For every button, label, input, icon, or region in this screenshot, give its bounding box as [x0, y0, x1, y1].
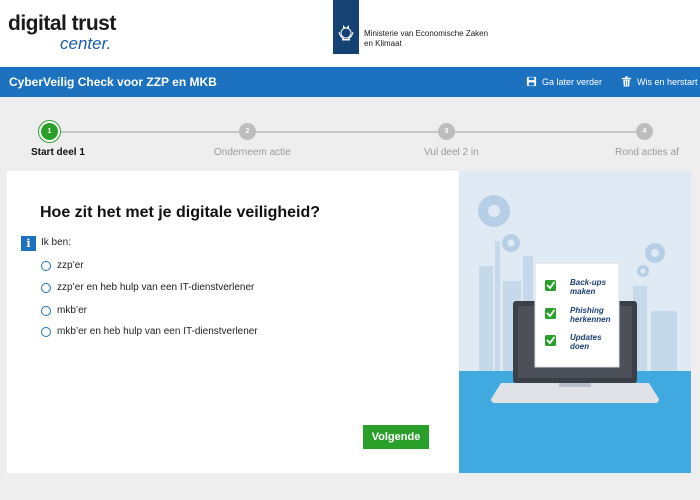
save-later-button[interactable]: Ga later verder — [526, 76, 602, 87]
save-later-label: Ga later verder — [542, 76, 603, 87]
radio-button[interactable] — [41, 282, 51, 293]
trash-icon — [621, 76, 632, 87]
step-3-label: Vul deel 2 in — [424, 147, 479, 158]
reset-button[interactable]: Wis en herstart — [621, 76, 698, 87]
question-prompt: Ik ben: — [41, 237, 72, 248]
question-title: Hoe zit het met je digitale veiligheid? — [40, 204, 321, 221]
option-zzp-it[interactable]: zzp’er en heb hulp van een IT-dienstverl… — [41, 282, 254, 293]
step-4-indicator: 4 — [636, 123, 653, 140]
option-zzp[interactable]: zzp’er — [41, 260, 84, 271]
step-connector — [58, 131, 239, 133]
coat-of-arms-icon — [338, 25, 354, 41]
checklist-item-3-line2: doen — [570, 342, 590, 351]
checklist-item-3-line1: Updates — [570, 333, 602, 342]
ministry-line1: Ministerie van Economische Zaken — [364, 29, 489, 38]
ministry-line2: en Klimaat — [364, 39, 402, 48]
checklist-item-3: Updates doen — [570, 333, 602, 351]
checklist-item-2: Phishing herkennen — [570, 306, 610, 324]
next-button[interactable]: Volgende — [363, 425, 429, 449]
progress-stepper: 1 2 3 4 Start deel 1 Onderneem actie Vul… — [0, 97, 700, 170]
option-label: zzp’er — [57, 260, 84, 271]
site-header: digital trust center. Ministerie van Eco… — [0, 0, 700, 67]
step-2-label: Onderneem actie — [214, 147, 291, 158]
logo-line1: digital trust — [8, 12, 116, 35]
option-label: mkb’er en heb hulp van een IT-dienstverl… — [57, 326, 258, 337]
checklist-item-2-line2: herkennen — [570, 315, 611, 324]
info-icon[interactable]: i — [21, 236, 36, 251]
step-connector — [256, 131, 438, 133]
checklist-item-1-line2: maken — [570, 287, 596, 296]
option-mkb[interactable]: mkb’er — [41, 305, 87, 316]
rijksoverheid-logo-bar — [333, 0, 359, 54]
save-icon — [526, 76, 537, 87]
checklist-item-2-line1: Phishing — [570, 306, 604, 315]
step-connector — [455, 131, 636, 133]
option-mkb-it[interactable]: mkb’er en heb hulp van een IT-dienstverl… — [41, 326, 258, 337]
radio-button[interactable] — [41, 305, 51, 316]
option-label: mkb’er — [57, 305, 88, 316]
tool-title: CyberVeilig Check voor ZZP en MKB — [9, 75, 217, 89]
option-label: zzp’er en heb hulp van een IT-dienstverl… — [57, 282, 255, 293]
tool-navbar: CyberVeilig Check voor ZZP en MKB Ga lat… — [0, 67, 700, 97]
checklist-item-1: Back-ups maken — [570, 278, 606, 296]
step-2-indicator: 2 — [239, 123, 256, 140]
logo-line2: center. — [60, 34, 112, 53]
laptop-checklist-illustration: Back-ups maken Phishing herkennen Update… — [459, 171, 691, 473]
digital-trust-center-logo[interactable]: digital trust center. — [8, 12, 116, 54]
step-1-label: Start deel 1 — [31, 147, 85, 158]
radio-button[interactable] — [41, 326, 51, 337]
reset-label: Wis en herstart — [637, 76, 698, 87]
step-1-indicator: 1 — [41, 123, 58, 140]
step-3-indicator: 3 — [438, 123, 455, 140]
question-card: Hoe zit het met je digitale veiligheid? … — [7, 171, 691, 473]
checklist-item-1-line1: Back-ups — [570, 278, 607, 287]
ministry-name: Ministerie van Economische Zaken en Klim… — [364, 29, 488, 49]
radio-button[interactable] — [41, 260, 51, 271]
step-4-label: Rond acties af — [615, 147, 679, 158]
